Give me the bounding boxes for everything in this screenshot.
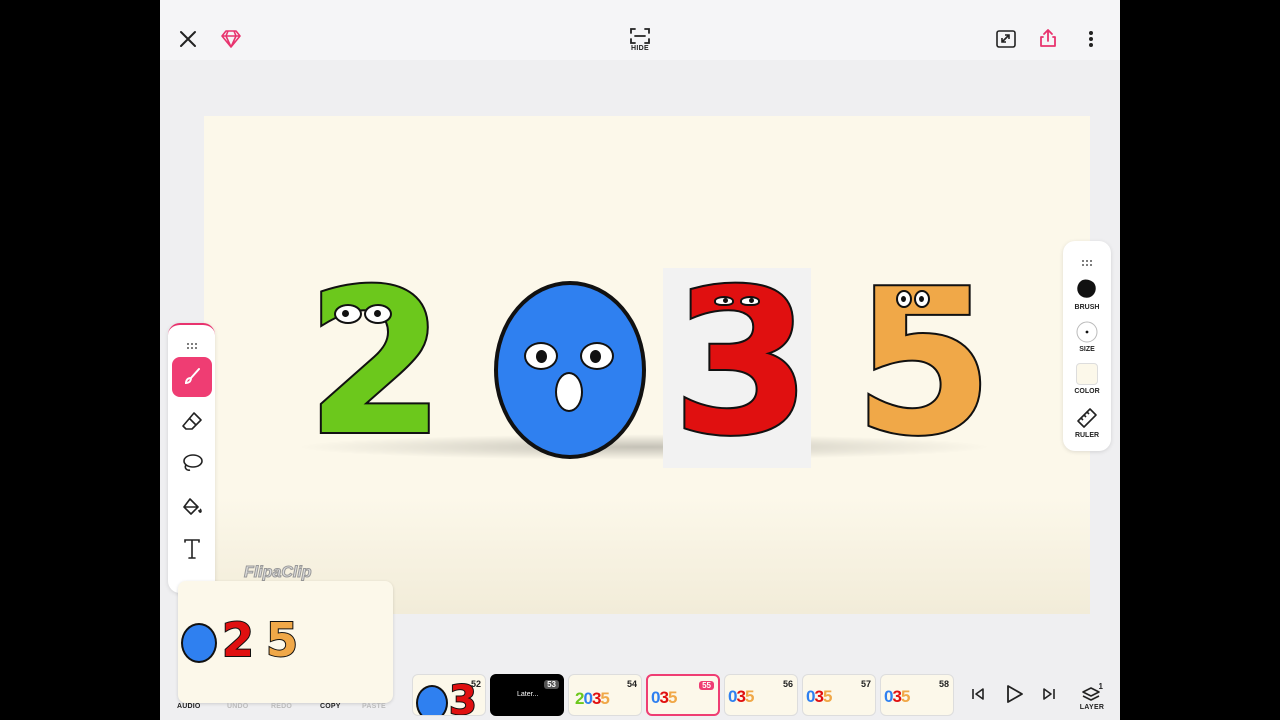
- frame-art: [416, 685, 448, 715]
- frame-art: 035: [806, 687, 832, 706]
- hide-toolbar-button[interactable]: HIDE: [624, 22, 656, 56]
- color-swatch-icon: [1076, 363, 1098, 385]
- copy-button[interactable]: COPY: [320, 703, 341, 710]
- frame-art: 2035: [575, 689, 610, 708]
- size-icon: [1076, 321, 1098, 343]
- layer-button[interactable]: 1 LAYER: [1078, 678, 1106, 718]
- frame-art: 035: [884, 687, 910, 706]
- paste-button[interactable]: PASTE: [362, 703, 386, 710]
- frame-number: 53: [544, 680, 559, 689]
- text-tool-icon: [184, 539, 200, 559]
- fullscreen-icon[interactable]: [994, 27, 1018, 51]
- drag-handle-icon[interactable]: [186, 337, 198, 349]
- flipaclip-editor: HIDE 2 0: [160, 0, 1120, 720]
- play-icon[interactable]: [1002, 682, 1026, 706]
- redo-button[interactable]: REDO: [271, 703, 292, 710]
- frame-number: 57: [860, 679, 871, 689]
- text-tool-button[interactable]: [172, 529, 212, 569]
- right-toolbar: BRUSH SIZE COLOR RULER: [1063, 241, 1111, 451]
- frame-number: 58: [938, 679, 949, 689]
- preview-digit-zero: [181, 623, 217, 663]
- layers-icon: 1: [1081, 682, 1103, 704]
- eraser-tool-button[interactable]: [172, 401, 212, 441]
- skip-to-start-icon[interactable]: [968, 684, 988, 704]
- color-label: COLOR: [1074, 388, 1100, 395]
- eraser-tool-icon: [182, 412, 202, 430]
- preview-digit-five: 5: [265, 613, 299, 667]
- frame-number: 55: [699, 681, 714, 690]
- preview-digit-two: 2: [221, 613, 255, 667]
- hide-toolbar-icon: [630, 27, 650, 44]
- ruler-button[interactable]: RULER: [1063, 407, 1111, 439]
- drag-handle-icon[interactable]: [1081, 254, 1093, 266]
- frame-thumbnail[interactable]: 035 58: [880, 674, 954, 716]
- frame-thumbnail[interactable]: 2035 54: [568, 674, 642, 716]
- frame-thumbnail[interactable]: 3 52: [412, 674, 486, 716]
- share-icon[interactable]: [1036, 26, 1060, 50]
- layer-count: 1: [1098, 681, 1103, 691]
- digit-two: 2: [304, 247, 447, 480]
- more-icon[interactable]: [1079, 27, 1103, 51]
- size-picker-button[interactable]: SIZE: [1063, 321, 1111, 353]
- drawing-canvas[interactable]: 2 0 3 5: [204, 116, 1090, 614]
- brush-picker-button[interactable]: BRUSH: [1063, 277, 1111, 311]
- frame-number: 52: [470, 679, 481, 689]
- skip-to-end-icon[interactable]: [1039, 684, 1059, 704]
- digit-three: 3: [670, 247, 813, 480]
- frame-number: 56: [782, 679, 793, 689]
- frame-caption: Later...: [517, 691, 539, 698]
- onion-preview-window[interactable]: 0 2 5: [178, 581, 393, 703]
- digit-zero-body: [494, 281, 646, 459]
- ruler-icon: [1077, 408, 1097, 428]
- frame-thumbnail-current[interactable]: 035 55: [646, 674, 720, 716]
- frame-thumbnail[interactable]: Later... 53: [490, 674, 564, 716]
- audio-button[interactable]: AUDIO: [177, 703, 201, 710]
- color-picker-button[interactable]: COLOR: [1063, 363, 1111, 395]
- hide-label: HIDE: [631, 44, 649, 52]
- undo-button[interactable]: UNDO: [227, 703, 248, 710]
- ruler-label: RULER: [1074, 432, 1100, 439]
- brush-shape-icon: [1077, 279, 1096, 298]
- left-toolbar: [168, 323, 215, 593]
- brush-tool-button[interactable]: [172, 357, 212, 397]
- watermark-logo: FlipaClip: [244, 564, 313, 582]
- close-icon[interactable]: [176, 27, 200, 51]
- premium-gem-icon[interactable]: [219, 27, 243, 51]
- frame-thumbnail[interactable]: 035 57: [802, 674, 876, 716]
- frame-thumbnail[interactable]: 035 56: [724, 674, 798, 716]
- fill-bucket-tool-button[interactable]: [172, 487, 212, 527]
- lasso-tool-button[interactable]: [172, 443, 212, 483]
- size-label: SIZE: [1079, 346, 1095, 353]
- brush-label: BRUSH: [1074, 304, 1100, 311]
- frame-art: 035: [728, 687, 754, 706]
- brush-tool-icon: [184, 368, 200, 385]
- frame-art: 035: [651, 688, 677, 707]
- top-bar: HIDE: [160, 0, 1120, 60]
- lasso-tool-icon: [183, 454, 203, 471]
- frame-number: 54: [626, 679, 637, 689]
- layer-label: LAYER: [1079, 703, 1105, 711]
- fill-bucket-tool-icon: [183, 498, 202, 515]
